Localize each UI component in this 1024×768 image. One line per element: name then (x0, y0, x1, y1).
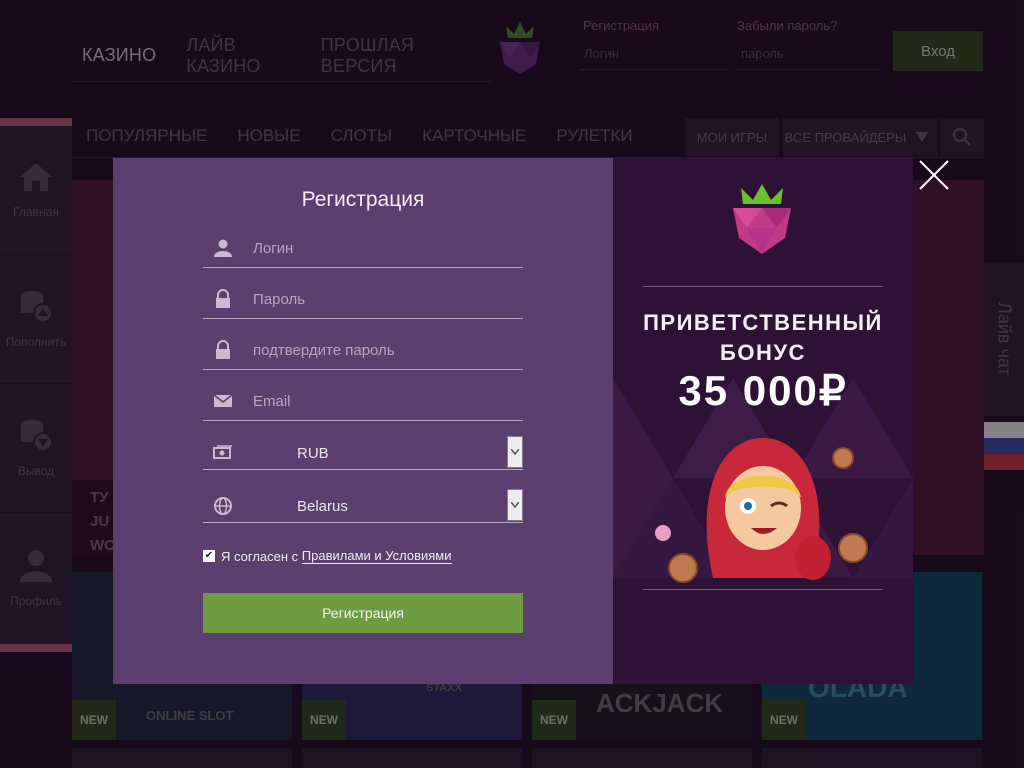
promo-amount: 35 000₽ (678, 367, 848, 414)
lock-icon (216, 289, 230, 308)
lock-icon (216, 340, 230, 359)
confirm-password-field[interactable]: подтвердите пароль (203, 330, 523, 370)
checkbox[interactable]: ✔ (203, 550, 215, 562)
registration-form: Регистрация Логин Пароль подтвердите пар… (113, 158, 613, 684)
currency-select[interactable]: RUB (203, 436, 523, 470)
globe-icon (214, 497, 232, 515)
close-icon[interactable] (917, 158, 951, 192)
promo-line-1: ПРИВЕТСТВЕННЫЙ (643, 310, 883, 335)
country-value: Belarus (297, 498, 348, 515)
email-field[interactable]: Email (203, 381, 523, 421)
modal-title: Регистрация (301, 188, 425, 211)
register-submit-button[interactable]: Регистрация (203, 593, 523, 633)
chevron-down-icon[interactable] (507, 436, 523, 468)
currency-value: RUB (297, 445, 329, 462)
country-select[interactable]: Belarus (203, 489, 523, 523)
raspberry-logo-icon (733, 184, 791, 254)
promo-panel: ПРИВЕТСТВЕННЫЙ БОНУС 35 000₽ (613, 158, 913, 684)
money-icon (213, 445, 232, 459)
password-field[interactable]: Пароль (203, 279, 523, 319)
registration-modal: Регистрация Логин Пароль подтвердите пар… (113, 158, 913, 684)
envelope-icon (213, 394, 233, 407)
promo-line-2: БОНУС (720, 340, 806, 365)
terms-label: Я согласен с (221, 548, 302, 564)
user-icon (214, 239, 232, 257)
login-field[interactable]: Логин (203, 228, 523, 268)
terms-checkbox-row[interactable]: ✔ Я согласен с Правилами и Условиями (203, 548, 452, 564)
mascot-illustration (655, 438, 868, 583)
terms-link[interactable]: Правилами и Условиями (301, 548, 452, 564)
chevron-down-icon[interactable] (507, 489, 523, 521)
